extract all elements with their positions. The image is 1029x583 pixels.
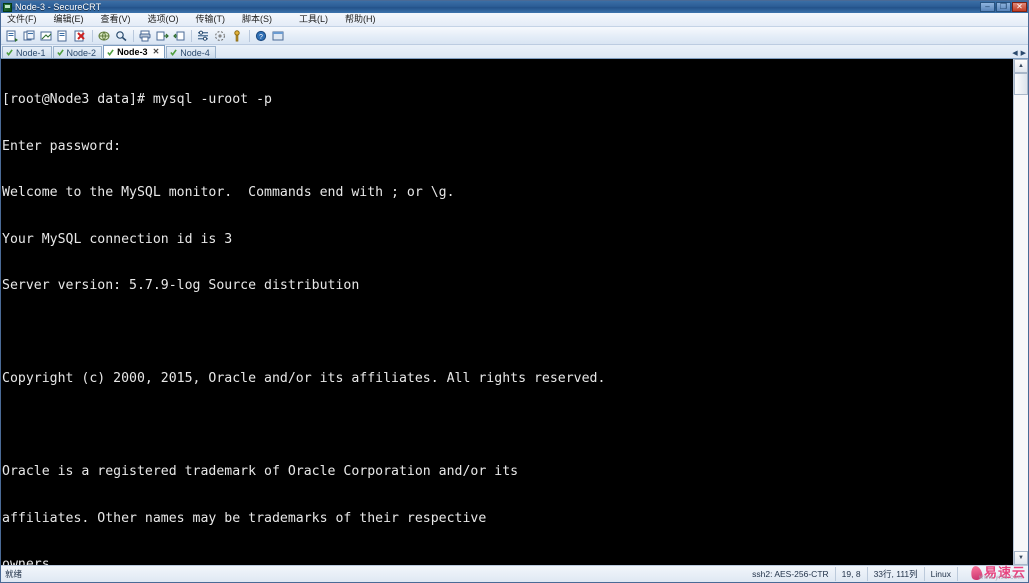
terminal-line: Oracle is a registered trademark of Orac… (2, 464, 519, 479)
quick-connect-icon[interactable] (96, 28, 112, 43)
session-connected-icon (170, 49, 178, 56)
menu-tools[interactable]: 工具(L) (299, 13, 337, 26)
close-button[interactable]: ✕ (1012, 2, 1027, 12)
status-protocol: ssh2: AES-256-CTR (752, 569, 829, 579)
securecrt-window: Node-3 - SecureCRT – ❐ ✕ 文件(F) 编辑(E) 查看(… (0, 0, 1029, 583)
restore-button[interactable]: ❐ (996, 2, 1011, 12)
status-spacer (957, 567, 1028, 581)
find-icon[interactable] (113, 28, 129, 43)
session-connected-icon (56, 49, 64, 56)
terminal-line: affiliates. Other names may be trademark… (2, 510, 487, 526)
session-connected-icon (107, 48, 114, 56)
terminal-area: [root@Node3 data]# mysql -uroot -p Enter… (1, 59, 1028, 565)
tab-scroll-controls: ◀ ▶ (1012, 49, 1026, 57)
window-controls: – ❐ ✕ (980, 2, 1027, 12)
terminal-line: Server version: 5.7.9-log Source distrib… (2, 278, 360, 293)
window-title: Node-3 - SecureCRT (15, 2, 102, 12)
terminal-line: Enter password: (2, 138, 122, 154)
tab-close-icon[interactable]: ✕ (153, 48, 160, 56)
terminal-line: owners. (2, 557, 58, 565)
tab-label: Node-2 (66, 47, 97, 58)
toolbar-separator (133, 29, 134, 42)
scrollbar-track[interactable] (1014, 73, 1028, 551)
help-icon[interactable]: ? (253, 28, 269, 43)
menu-help[interactable]: 帮助(H) (345, 13, 385, 26)
menu-view[interactable]: 查看(V) (101, 13, 140, 26)
scrollbar-thumb[interactable] (1014, 73, 1028, 95)
send-file-icon[interactable] (171, 28, 187, 43)
toolbar-separator (191, 29, 192, 42)
disconnect-icon[interactable] (72, 28, 88, 43)
menu-file[interactable]: 文件(F) (7, 13, 46, 26)
scroll-up-icon[interactable]: ▲ (1014, 59, 1028, 73)
status-bar: 就绪 ssh2: AES-256-CTR 19, 8 33行, 111列 Lin… (1, 565, 1028, 582)
menu-bar: 文件(F) 编辑(E) 查看(V) 选项(O) 传输(T) 脚本(S) 工具(L… (1, 13, 1028, 27)
menu-transfer[interactable]: 传输(T) (196, 13, 235, 26)
connect-local-icon[interactable] (55, 28, 71, 43)
title-bar: Node-3 - SecureCRT – ❐ ✕ (1, 1, 1028, 13)
tab-label: Node-1 (16, 47, 46, 58)
tab-bar: Node-1 Node-2 Node-3 ✕ Node-4 ◀ ▶ (1, 45, 1028, 59)
status-ready: 就绪 (5, 569, 23, 579)
settings-icon[interactable] (195, 28, 211, 43)
menu-script[interactable]: 脚本(S) (242, 13, 281, 26)
print-icon[interactable] (137, 28, 153, 43)
toolbar-separator (249, 29, 250, 42)
tab-scroll-left-icon[interactable]: ◀ (1012, 49, 1017, 57)
tab-node-1[interactable]: Node-1 (2, 46, 52, 58)
status-dimensions: 33行, 111列 (866, 567, 924, 581)
terminal-scrollbar[interactable]: ▲ ▼ (1013, 59, 1028, 565)
connect-sftp-icon[interactable] (38, 28, 54, 43)
tab-scroll-right-icon[interactable]: ▶ (1021, 49, 1026, 57)
key-icon[interactable] (229, 28, 245, 43)
securecrt-icon (3, 2, 12, 12)
terminal-line: Copyright (c) 2000, 2015, Oracle and/or … (2, 371, 606, 386)
toolbar: ? (1, 27, 1028, 45)
receive-file-icon[interactable] (154, 28, 170, 43)
scroll-down-icon[interactable]: ▼ (1014, 551, 1028, 565)
terminal-line: Your MySQL connection id is 3 (2, 231, 233, 247)
terminal-output[interactable]: [root@Node3 data]# mysql -uroot -p Enter… (1, 59, 1013, 565)
status-emulation: Linux (923, 567, 957, 581)
terminal-line: [root@Node3 data]# mysql -uroot -p (2, 92, 272, 107)
menu-edit[interactable]: 编辑(E) (54, 13, 93, 26)
tab-label: Node-3 (117, 47, 148, 57)
tab-node-3[interactable]: Node-3 ✕ (103, 45, 166, 58)
tab-label: Node-4 (180, 47, 210, 58)
clone-session-icon[interactable] (21, 28, 37, 43)
tab-node-2[interactable]: Node-2 (52, 46, 103, 58)
minimize-button[interactable]: – (980, 2, 995, 12)
tab-node-4[interactable]: Node-4 (166, 46, 216, 58)
toolbar-separator (92, 29, 93, 42)
terminal-line: Welcome to the MySQL monitor. Commands e… (2, 185, 455, 200)
menu-options[interactable]: 选项(O) (148, 13, 188, 26)
status-cursor-position: 19, 8 (834, 567, 867, 581)
svg-text:?: ? (259, 34, 263, 41)
window-icon[interactable] (270, 28, 286, 43)
session-connected-icon (6, 49, 13, 56)
new-session-icon[interactable] (4, 28, 20, 43)
log-session-icon[interactable] (212, 28, 228, 43)
